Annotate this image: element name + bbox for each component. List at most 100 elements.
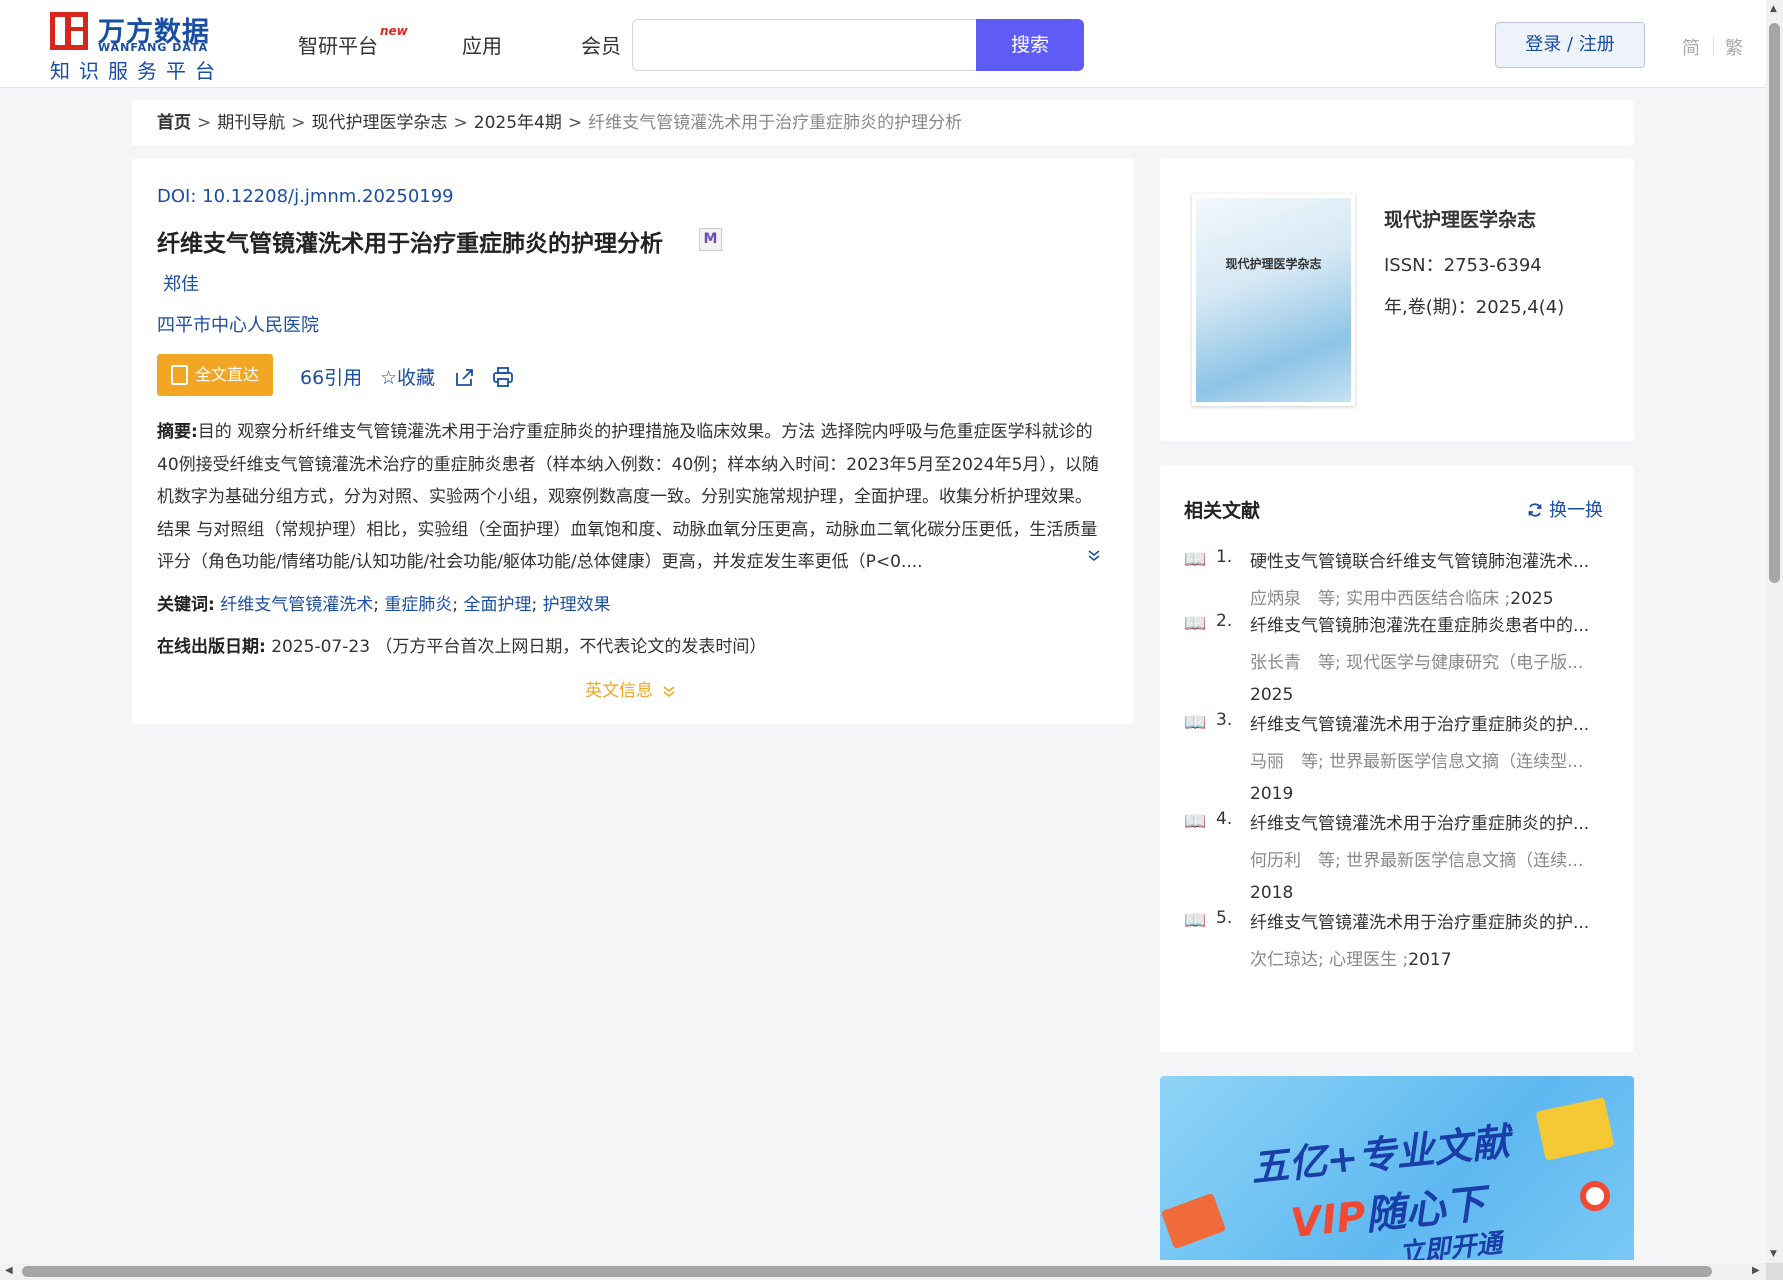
related-num: 2. xyxy=(1216,611,1233,631)
related-item-meta: 次仁琼达; 心理医生 ;2017 xyxy=(1250,945,1600,970)
book-icon: 📖 xyxy=(1184,613,1207,634)
breadcrumb-journal-nav[interactable]: 期刊导航 xyxy=(217,113,285,133)
search-button[interactable]: 搜索 xyxy=(976,19,1084,71)
doi-link[interactable]: 10.12208/j.jmnm.20250199 xyxy=(202,186,454,207)
related-num: 3. xyxy=(1216,710,1233,730)
lang-simplified[interactable]: 简 xyxy=(1682,34,1700,60)
horizontal-scroll-thumb[interactable] xyxy=(22,1266,1712,1277)
banner-vip: VIP xyxy=(1288,1193,1369,1248)
search-input[interactable] xyxy=(632,19,977,71)
nav-apps[interactable]: 应用 xyxy=(462,30,502,59)
keyword-link[interactable]: 护理效果 xyxy=(543,595,611,615)
scroll-right-icon[interactable]: ▶ xyxy=(1752,1265,1760,1276)
lang-divider xyxy=(1713,36,1714,56)
expand-abstract-icon[interactable] xyxy=(1087,548,1101,562)
book-icon: 📖 xyxy=(1184,712,1207,733)
breadcrumb: 首页 > 期刊导航 > 现代护理医学杂志 >2025年4期 > 纤维支气管镜灌洗术用于治疗重症… xyxy=(132,100,1634,146)
journal-cover[interactable]: 现代护理医学杂志 xyxy=(1192,194,1355,406)
horizontal-scrollbar[interactable]: ◀ ▶ xyxy=(0,1263,1766,1280)
top-header: 万方数据 WANFANG DATA 知识服务平台 智研平台 new 应用 会员 … xyxy=(0,0,1766,88)
book-illustration xyxy=(1535,1097,1615,1161)
abstract: 摘要:目的 观察分析纤维支气管镜灌洗术用于治疗重症肺炎的护理措施及临床效果。方法… xyxy=(157,416,1107,578)
keyword-link[interactable]: 重症肺炎 xyxy=(384,595,452,615)
breadcrumb-sep: > xyxy=(453,113,468,133)
fulltext-label: 全文直达 xyxy=(195,365,260,384)
related-num: 5. xyxy=(1216,908,1233,928)
related-year: 2025 xyxy=(1250,685,1294,705)
favorite-button[interactable]: ☆收藏 xyxy=(380,363,435,390)
magnifier-illustration xyxy=(1580,1181,1610,1211)
abstract-label: 摘要: xyxy=(157,422,198,442)
scrollbar-corner xyxy=(1766,1263,1783,1280)
related-item-title[interactable]: 纤维支气管镜灌洗术用于治疗重症肺炎的护... xyxy=(1250,710,1600,735)
wanfang-logo-icon xyxy=(50,12,88,50)
related-meta-text: 应炳泉 等; 实用中西医结合临床 ; xyxy=(1250,589,1511,609)
keywords-label: 关键词: xyxy=(157,595,215,615)
journal-card: 现代护理医学杂志 现代护理医学杂志 ISSN：2753-6394 年,卷(期)：… xyxy=(1160,158,1634,441)
keyword-link[interactable]: 全面护理 xyxy=(464,595,532,615)
related-num: 4. xyxy=(1216,809,1233,829)
mendeley-icon[interactable]: M xyxy=(699,228,722,251)
author-link[interactable]: 郑佳 xyxy=(163,270,199,296)
chevron-down-icon xyxy=(663,686,675,698)
nav-new-badge: new xyxy=(380,24,408,38)
refresh-label: 换一换 xyxy=(1549,500,1603,521)
related-item-meta: 张长青 等; 现代医学与健康研究（电子版... xyxy=(1250,653,1584,673)
related-item-meta: 马丽 等; 世界最新医学信息文摘（连续型... xyxy=(1250,752,1584,772)
journal-name[interactable]: 现代护理医学杂志 xyxy=(1384,205,1536,232)
related-item-title[interactable]: 纤维支气管镜灌洗术用于治疗重症肺炎的护... xyxy=(1250,908,1600,933)
share-icon[interactable] xyxy=(454,366,476,388)
related-item-title[interactable]: 纤维支气管镜灌洗术用于治疗重症肺炎的护... xyxy=(1250,809,1600,834)
breadcrumb-journal[interactable]: 现代护理医学杂志 xyxy=(312,113,448,133)
related-item-title[interactable]: 纤维支气管镜肺泡灌洗在重症肺炎患者中的... xyxy=(1250,611,1600,636)
book-icon: 📖 xyxy=(1184,910,1207,931)
related-year: 2019 xyxy=(1250,784,1294,804)
english-info-toggle[interactable]: 英文信息 xyxy=(585,676,676,701)
doi-label: DOI: xyxy=(157,186,197,207)
keyword-link[interactable]: 纤维支气管镜灌洗术 xyxy=(220,595,373,615)
related-meta-text: 次仁琼达; 心理医生 ; xyxy=(1250,950,1409,970)
related-num: 1. xyxy=(1216,547,1233,567)
related-item-title[interactable]: 硬性支气管镜联合纤维支气管镜肺泡灌洗术... xyxy=(1250,547,1600,572)
vertical-scroll-thumb[interactable] xyxy=(1769,23,1780,583)
cite-button[interactable]: 66引用 xyxy=(300,363,362,390)
pubdate-note: （万方平台首次上网日期，不代表论文的发表时间） xyxy=(375,637,767,657)
related-item-meta: 何历利 等; 世界最新医学信息文摘（连续... xyxy=(1250,851,1584,871)
nav-zhiyan[interactable]: 智研平台 xyxy=(298,30,378,59)
journal-issn: ISSN：2753-6394 xyxy=(1384,255,1542,276)
journal-volume: 年,卷(期)：2025,4(4) xyxy=(1384,297,1565,318)
related-year: 2018 xyxy=(1250,883,1294,903)
lang-traditional[interactable]: 繁 xyxy=(1725,34,1743,60)
affiliation-link[interactable]: 四平市中心人民医院 xyxy=(157,311,319,337)
related-literature: 相关文献 换一换 📖 1. 硬性支气管镜联合纤维支气管镜肺泡灌洗术... 应炳泉… xyxy=(1160,465,1634,1052)
pubdate-row: 在线出版日期: 2025-07-23 （万方平台首次上网日期，不代表论文的发表时… xyxy=(157,632,766,657)
related-year: 2017 xyxy=(1408,950,1452,970)
nav-member[interactable]: 会员 xyxy=(581,30,621,59)
login-register-button[interactable]: 登录 / 注册 xyxy=(1495,22,1645,68)
wanfang-logo[interactable]: 万方数据 WANFANG DATA 知识服务平台 xyxy=(50,12,220,83)
related-title: 相关文献 xyxy=(1184,500,1261,522)
vip-banner[interactable]: 五亿+专业文献 VIP随心下 立即开通 xyxy=(1160,1076,1634,1260)
refresh-button[interactable]: 换一换 xyxy=(1527,496,1603,522)
cover-title: 现代护理医学杂志 xyxy=(1225,257,1322,271)
book-icon: 📖 xyxy=(1184,811,1207,832)
scroll-left-icon[interactable]: ◀ xyxy=(5,1265,13,1276)
breadcrumb-current: 纤维支气管镜灌洗术用于治疗重症肺炎的护理分析 xyxy=(588,113,963,133)
print-icon[interactable] xyxy=(492,366,514,388)
free-document-icon xyxy=(171,365,188,385)
breadcrumb-sep: > xyxy=(291,113,306,133)
book-icon: 📖 xyxy=(1184,549,1207,570)
scroll-up-icon[interactable]: ▲ xyxy=(1770,4,1777,14)
related-item-meta: 应炳泉 等; 实用中西医结合临床 ;2025 xyxy=(1250,584,1600,609)
article-panel: DOI: 10.12208/j.jmnm.20250199 纤维支气管镜灌洗术用… xyxy=(132,158,1134,724)
breadcrumb-home[interactable]: 首页 xyxy=(157,113,191,133)
vertical-scrollbar[interactable]: ▲ ▼ xyxy=(1766,0,1783,1263)
breadcrumb-issue[interactable]: 2025年4期 xyxy=(474,113,562,133)
card-illustration xyxy=(1160,1192,1227,1250)
fulltext-button[interactable]: 全文直达 xyxy=(157,354,273,396)
pubdate-label: 在线出版日期: xyxy=(157,637,266,657)
refresh-icon xyxy=(1528,503,1542,517)
related-year: 2025 xyxy=(1510,589,1554,609)
article-title: 纤维支气管镜灌洗术用于治疗重症肺炎的护理分析 xyxy=(157,231,663,257)
scroll-down-icon[interactable]: ▼ xyxy=(1770,1249,1777,1259)
